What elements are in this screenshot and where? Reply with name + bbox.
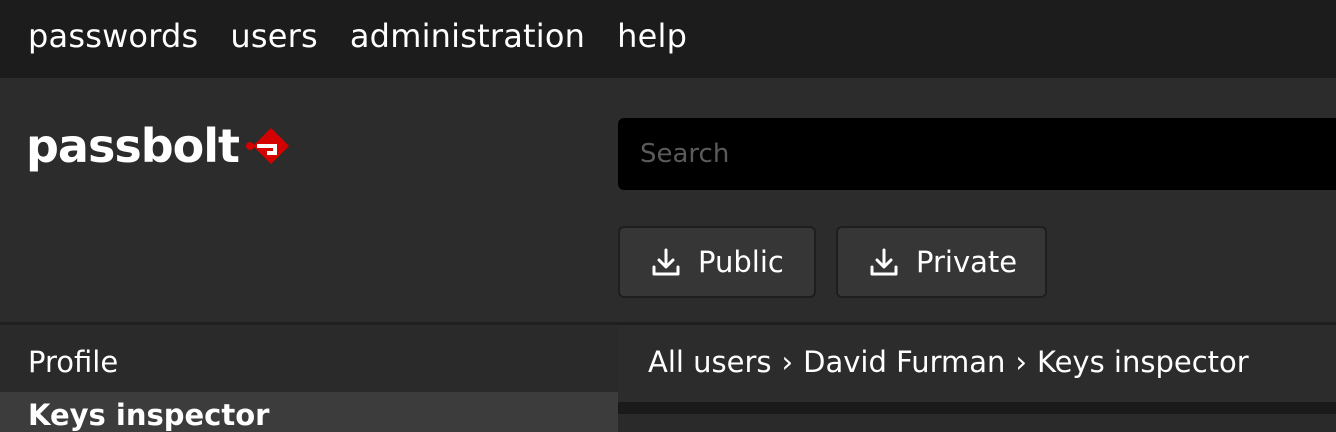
header: passbolt Public Priva — [0, 78, 1336, 322]
breadcrumb-user[interactable]: David Furman — [803, 345, 1005, 379]
search-input[interactable] — [618, 118, 1336, 190]
passbolt-key-icon — [245, 126, 291, 170]
content-panel-top — [618, 402, 1336, 414]
breadcrumb-all-users[interactable]: All users — [648, 345, 772, 379]
top-navigation: passwords users administration help — [0, 0, 1336, 78]
logo-wordmark: passbolt — [26, 119, 240, 173]
nav-users[interactable]: users — [230, 20, 317, 58]
download-public-key-button[interactable]: Public — [618, 226, 816, 298]
breadcrumb-separator: › — [1015, 345, 1028, 379]
private-label: Private — [916, 245, 1018, 279]
download-private-key-button[interactable]: Private — [836, 226, 1047, 298]
sidebar: Profile Keys inspector — [0, 325, 618, 432]
breadcrumb-separator: › — [781, 345, 794, 379]
public-label: Public — [698, 245, 784, 279]
download-icon — [650, 246, 682, 278]
nav-help[interactable]: help — [617, 20, 687, 58]
download-icon — [868, 246, 900, 278]
passbolt-logo[interactable]: passbolt — [26, 122, 291, 170]
main-content: All users › David Furman › Keys inspecto… — [618, 325, 1336, 414]
sidebar-item-profile[interactable]: Profile — [0, 345, 618, 379]
breadcrumb: All users › David Furman › Keys inspecto… — [648, 345, 1249, 379]
sidebar-item-keys-inspector[interactable]: Keys inspector — [0, 392, 618, 432]
nav-administration[interactable]: administration — [350, 20, 585, 58]
breadcrumb-current: Keys inspector — [1037, 345, 1249, 379]
nav-passwords[interactable]: passwords — [28, 20, 198, 58]
